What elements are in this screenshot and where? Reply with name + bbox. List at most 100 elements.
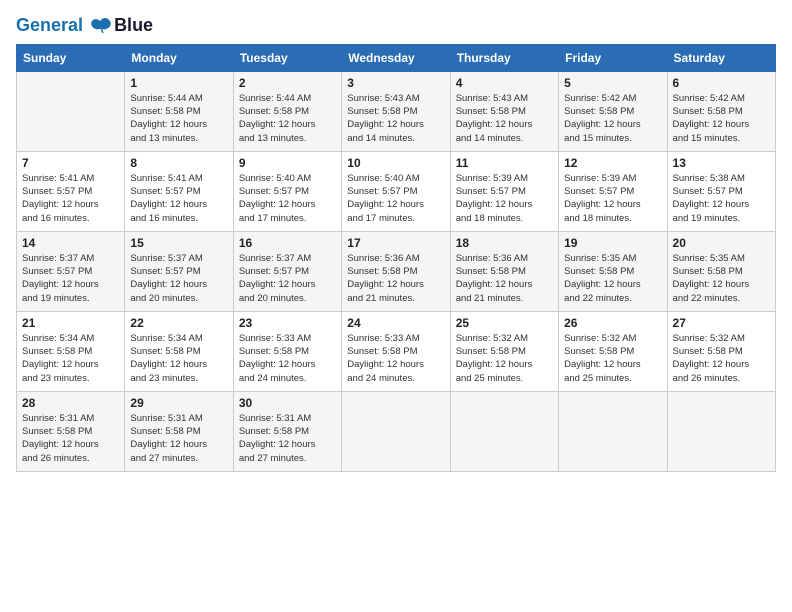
day-number: 13 xyxy=(673,156,770,170)
day-number: 25 xyxy=(456,316,553,330)
calendar-cell: 1Sunrise: 5:44 AMSunset: 5:58 PMDaylight… xyxy=(125,71,233,151)
calendar-cell: 20 Sunrise: 5:35 AMSunset: 5:58 PMDayligh… xyxy=(667,231,775,311)
calendar-cell: 28 Sunrise: 5:31 AMSunset: 5:58 PMDayligh… xyxy=(17,391,125,471)
day-info: Sunrise: 5:37 AMSunset: 5:57 PMDaylight:… xyxy=(239,252,336,305)
logo-text: General xyxy=(16,16,112,36)
calendar-cell: 3 Sunrise: 5:43 AMSunset: 5:58 PMDaylight… xyxy=(342,71,450,151)
day-number: 7 xyxy=(22,156,119,170)
logo-general: General xyxy=(16,15,83,35)
calendar-cell: 4 Sunrise: 5:43 AMSunset: 5:58 PMDaylight… xyxy=(450,71,558,151)
day-info: Sunrise: 5:33 AMSunset: 5:58 PMDaylight:… xyxy=(347,332,444,385)
calendar-cell: 18 Sunrise: 5:36 AMSunset: 5:58 PMDayligh… xyxy=(450,231,558,311)
calendar-week-row: 7 Sunrise: 5:41 AMSunset: 5:57 PMDaylight… xyxy=(17,151,776,231)
header-friday: Friday xyxy=(559,44,667,71)
day-info: Sunrise: 5:32 AMSunset: 5:58 PMDaylight:… xyxy=(456,332,553,385)
day-number: 12 xyxy=(564,156,661,170)
day-number: 6 xyxy=(673,76,770,90)
day-info: Sunrise: 5:39 AMSunset: 5:57 PMDaylight:… xyxy=(456,172,553,225)
day-info: Sunrise: 5:43 AMSunset: 5:58 PMDaylight:… xyxy=(456,92,553,145)
day-info: Sunrise: 5:40 AMSunset: 5:57 PMDaylight:… xyxy=(239,172,336,225)
day-number: 5 xyxy=(564,76,661,90)
day-info: Sunrise: 5:44 AMSunset: 5:58 PMDaylight:… xyxy=(239,92,336,145)
day-number: 26 xyxy=(564,316,661,330)
day-number: 3 xyxy=(347,76,444,90)
calendar-cell: 27 Sunrise: 5:32 AMSunset: 5:58 PMDayligh… xyxy=(667,311,775,391)
day-info: Sunrise: 5:32 AMSunset: 5:58 PMDaylight:… xyxy=(564,332,661,385)
calendar-cell xyxy=(667,391,775,471)
calendar-week-row: 1 Sunrise: 5:44 AMSunset: 5:58 PMDaylight… xyxy=(17,71,776,151)
day-info: Sunrise: 5:36 AMSunset: 5:58 PMDaylight:… xyxy=(347,252,444,305)
calendar-cell: 24 Sunrise: 5:33 AMSunset: 5:58 PMDayligh… xyxy=(342,311,450,391)
header-sunday: Sunday xyxy=(17,44,125,71)
page-header: General Blue xyxy=(16,16,776,36)
day-number: 11 xyxy=(456,156,553,170)
day-number: 27 xyxy=(673,316,770,330)
day-info: Sunrise: 5:43 AMSunset: 5:58 PMDaylight:… xyxy=(347,92,444,145)
day-info: Sunrise: 5:33 AMSunset: 5:58 PMDaylight:… xyxy=(239,332,336,385)
day-number: 9 xyxy=(239,156,336,170)
calendar-cell: 26 Sunrise: 5:32 AMSunset: 5:58 PMDayligh… xyxy=(559,311,667,391)
calendar-week-row: 21Sunrise: 5:34 AMSunset: 5:58 PMDayligh… xyxy=(17,311,776,391)
day-number: 22 xyxy=(130,316,227,330)
day-number: 1 xyxy=(130,76,227,90)
day-number: 17 xyxy=(347,236,444,250)
day-info: Sunrise: 5:37 AMSunset: 5:57 PMDaylight:… xyxy=(130,252,227,305)
day-number: 19 xyxy=(564,236,661,250)
day-info: Sunrise: 5:35 AMSunset: 5:58 PMDaylight:… xyxy=(673,252,770,305)
calendar-table: Sunday Monday Tuesday Wednesday Thursday… xyxy=(16,44,776,472)
day-info: Sunrise: 5:34 AMSunset: 5:58 PMDaylight:… xyxy=(130,332,227,385)
calendar-header-row: Sunday Monday Tuesday Wednesday Thursday… xyxy=(17,44,776,71)
calendar-cell: 30 Sunrise: 5:31 AMSunset: 5:58 PMDayligh… xyxy=(233,391,341,471)
day-number: 24 xyxy=(347,316,444,330)
calendar-cell: 17 Sunrise: 5:36 AMSunset: 5:58 PMDayligh… xyxy=(342,231,450,311)
day-number: 20 xyxy=(673,236,770,250)
calendar-cell: 29Sunrise: 5:31 AMSunset: 5:58 PMDayligh… xyxy=(125,391,233,471)
header-wednesday: Wednesday xyxy=(342,44,450,71)
calendar-cell: 10 Sunrise: 5:40 AMSunset: 5:57 PMDayligh… xyxy=(342,151,450,231)
day-info: Sunrise: 5:31 AMSunset: 5:58 PMDaylight:… xyxy=(22,412,119,465)
day-info: Sunrise: 5:36 AMSunset: 5:58 PMDaylight:… xyxy=(456,252,553,305)
day-number: 14 xyxy=(22,236,119,250)
day-number: 8 xyxy=(130,156,227,170)
day-info: Sunrise: 5:32 AMSunset: 5:58 PMDaylight:… xyxy=(673,332,770,385)
calendar-cell xyxy=(17,71,125,151)
calendar-cell: 22 Sunrise: 5:34 AMSunset: 5:58 PMDayligh… xyxy=(125,311,233,391)
calendar-cell: 23 Sunrise: 5:33 AMSunset: 5:58 PMDayligh… xyxy=(233,311,341,391)
calendar-cell xyxy=(450,391,558,471)
day-info: Sunrise: 5:42 AMSunset: 5:58 PMDaylight:… xyxy=(564,92,661,145)
calendar-cell: 21Sunrise: 5:34 AMSunset: 5:58 PMDayligh… xyxy=(17,311,125,391)
calendar-cell xyxy=(342,391,450,471)
calendar-cell xyxy=(559,391,667,471)
day-number: 16 xyxy=(239,236,336,250)
header-tuesday: Tuesday xyxy=(233,44,341,71)
calendar-cell: 12Sunrise: 5:39 AMSunset: 5:57 PMDayligh… xyxy=(559,151,667,231)
day-number: 2 xyxy=(239,76,336,90)
day-info: Sunrise: 5:40 AMSunset: 5:57 PMDaylight:… xyxy=(347,172,444,225)
calendar-cell: 6 Sunrise: 5:42 AMSunset: 5:58 PMDaylight… xyxy=(667,71,775,151)
header-thursday: Thursday xyxy=(450,44,558,71)
day-info: Sunrise: 5:38 AMSunset: 5:57 PMDaylight:… xyxy=(673,172,770,225)
day-number: 15 xyxy=(130,236,227,250)
logo: General Blue xyxy=(16,16,153,36)
day-info: Sunrise: 5:35 AMSunset: 5:58 PMDaylight:… xyxy=(564,252,661,305)
calendar-cell: 16 Sunrise: 5:37 AMSunset: 5:57 PMDayligh… xyxy=(233,231,341,311)
calendar-week-row: 28 Sunrise: 5:31 AMSunset: 5:58 PMDayligh… xyxy=(17,391,776,471)
day-info: Sunrise: 5:31 AMSunset: 5:58 PMDaylight:… xyxy=(239,412,336,465)
calendar-cell: 14 Sunrise: 5:37 AMSunset: 5:57 PMDayligh… xyxy=(17,231,125,311)
day-info: Sunrise: 5:41 AMSunset: 5:57 PMDaylight:… xyxy=(130,172,227,225)
day-number: 10 xyxy=(347,156,444,170)
day-number: 18 xyxy=(456,236,553,250)
day-info: Sunrise: 5:42 AMSunset: 5:58 PMDaylight:… xyxy=(673,92,770,145)
day-number: 28 xyxy=(22,396,119,410)
calendar-cell: 11 Sunrise: 5:39 AMSunset: 5:57 PMDayligh… xyxy=(450,151,558,231)
day-number: 23 xyxy=(239,316,336,330)
header-saturday: Saturday xyxy=(667,44,775,71)
calendar-cell: 15 Sunrise: 5:37 AMSunset: 5:57 PMDayligh… xyxy=(125,231,233,311)
calendar-cell: 9 Sunrise: 5:40 AMSunset: 5:57 PMDaylight… xyxy=(233,151,341,231)
calendar-cell: 8 Sunrise: 5:41 AMSunset: 5:57 PMDaylight… xyxy=(125,151,233,231)
day-number: 30 xyxy=(239,396,336,410)
day-number: 29 xyxy=(130,396,227,410)
day-number: 4 xyxy=(456,76,553,90)
day-info: Sunrise: 5:37 AMSunset: 5:57 PMDaylight:… xyxy=(22,252,119,305)
calendar-cell: 25 Sunrise: 5:32 AMSunset: 5:58 PMDayligh… xyxy=(450,311,558,391)
